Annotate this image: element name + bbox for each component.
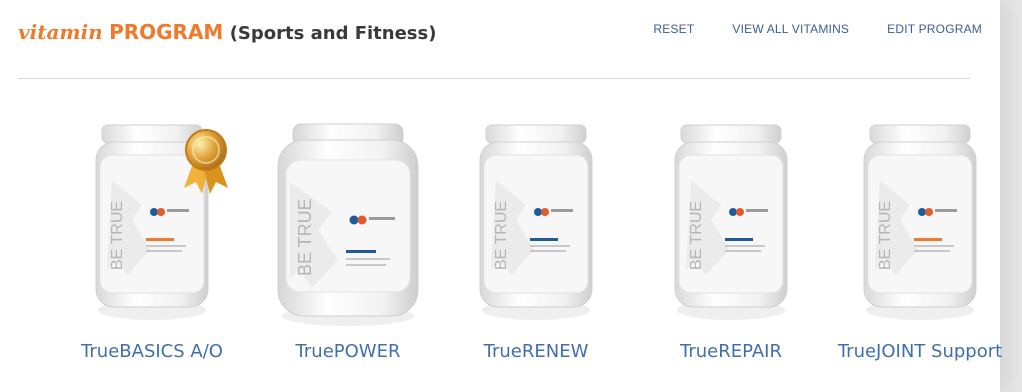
- product-image[interactable]: BE TRUE: [72, 110, 232, 330]
- product-card[interactable]: BE TRUE TrueBASICS A/O: [72, 110, 232, 392]
- product-image[interactable]: BE TRUE: [456, 110, 616, 330]
- jar-label-text: BE TRUE: [109, 201, 126, 270]
- program-title: vitamin PROGRAM (Sports and Fitness): [18, 20, 436, 44]
- title-vitamin: vitamin: [18, 20, 103, 44]
- title-subtitle: (Sports and Fitness): [229, 23, 437, 44]
- jar-label-text: BE TRUE: [877, 201, 894, 270]
- product-name[interactable]: TrueJOINT Support: [820, 338, 1020, 366]
- program-header: vitamin PROGRAM (Sports and Fitness) RES…: [18, 18, 982, 62]
- product-name[interactable]: TrueRENEW: [436, 338, 636, 366]
- product-card[interactable]: BE TRUE TrueREPAIR: [651, 110, 811, 392]
- product-name[interactable]: TrueREPAIR: [631, 338, 831, 366]
- title-program: PROGRAM: [109, 20, 224, 44]
- jar-label-text: BE TRUE: [688, 201, 705, 270]
- product-card[interactable]: BE TRUE TruePOWER: [268, 110, 428, 392]
- view-all-vitamins-link[interactable]: VIEW ALL VITAMINS: [732, 22, 849, 36]
- edit-program-link[interactable]: EDIT PROGRAM: [887, 22, 982, 36]
- reset-link[interactable]: RESET: [653, 22, 694, 36]
- product-image[interactable]: BE TRUE: [840, 110, 1000, 330]
- product-card[interactable]: BE TRUE TrueJOINT Support: [838, 110, 1002, 392]
- header-divider: [18, 78, 970, 79]
- jar-label-text: BE TRUE: [295, 198, 315, 276]
- product-name[interactable]: TrueBASICS A/O: [52, 338, 252, 366]
- header-actions: RESET VIEW ALL VITAMINS EDIT PROGRAM: [653, 22, 982, 36]
- award-seal-icon: [184, 129, 228, 194]
- product-image[interactable]: BE TRUE: [651, 110, 811, 330]
- product-card[interactable]: BE TRUE TrueRENEW: [456, 110, 616, 392]
- jar-label-text: BE TRUE: [493, 201, 510, 270]
- page: vitamin PROGRAM (Sports and Fitness) RES…: [0, 0, 1022, 392]
- product-image[interactable]: BE TRUE: [268, 110, 428, 330]
- product-list: BE TRUE TrueBASICS A/O BE TRUE TruePOWER…: [0, 110, 1002, 392]
- vitamin-program-card: vitamin PROGRAM (Sports and Fitness) RES…: [0, 0, 1002, 392]
- product-name[interactable]: TruePOWER: [248, 338, 448, 366]
